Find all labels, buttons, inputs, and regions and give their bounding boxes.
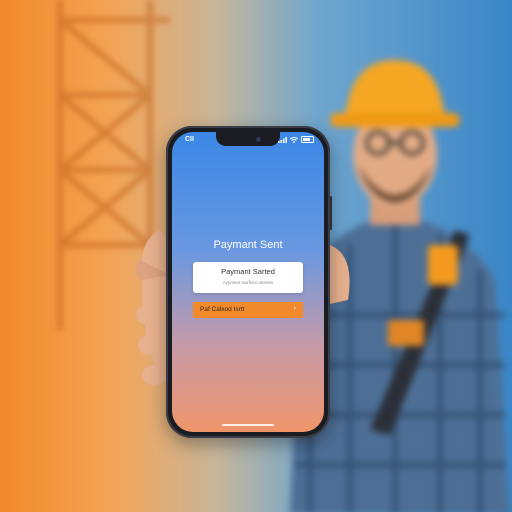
payment-card-title: Paymant Sarted (221, 267, 275, 276)
phone-notch (216, 132, 280, 146)
wifi-icon (290, 136, 298, 143)
smartphone: CII Paymant Sent Paymant Sarted Ayyment … (166, 126, 332, 438)
phone-side-button (330, 196, 332, 230)
status-bar-time: CII (185, 136, 194, 143)
phone-screen: CII Paymant Sent Paymant Sarted Ayyment … (172, 132, 324, 432)
payment-card-subtitle: Ayyment worfioro semtes (222, 280, 274, 285)
payment-confirmation-card: Paymant Sarted Ayyment worfioro semtes (193, 262, 303, 293)
signal-icon (278, 136, 287, 143)
camera-icon (256, 137, 261, 142)
payment-action-button[interactable]: Paf Calkod Isrtt › (193, 302, 303, 318)
payment-status-title: Paymant Sent (213, 239, 283, 251)
home-indicator[interactable] (222, 424, 274, 426)
battery-icon (301, 136, 314, 143)
status-bar-icons (278, 136, 314, 143)
chevron-right-icon: › (293, 305, 296, 312)
photo-scene: CII Paymant Sent Paymant Sarted Ayyment … (0, 0, 512, 512)
payment-action-label: Paf Calkod Isrtt (200, 305, 245, 313)
